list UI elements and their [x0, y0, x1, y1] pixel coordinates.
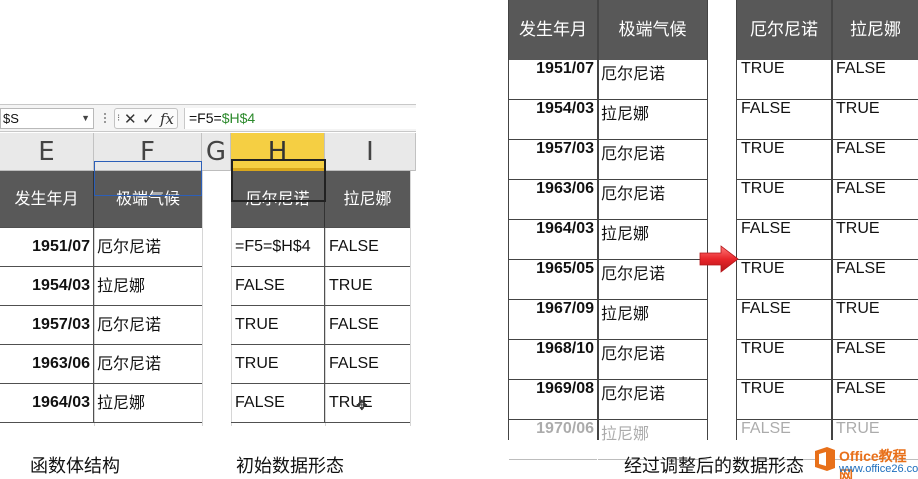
column-headers: E F G H I: [0, 133, 416, 171]
result-cell-lanina: FALSE: [832, 260, 918, 300]
cell-type[interactable]: 厄尔尼诺: [94, 306, 202, 345]
result-cell-date: 1957/03: [509, 140, 597, 180]
result-cell-lanina: FALSE: [832, 340, 918, 380]
result-cell-elnino: FALSE: [737, 220, 831, 260]
cross-cursor-icon: ✥: [356, 398, 368, 414]
cell-date[interactable]: 1954/03: [0, 267, 94, 306]
cell-date[interactable]: 1951/07: [0, 228, 94, 267]
result-cell-date: 1963/06: [509, 180, 597, 220]
result-cell-elnino: FALSE: [737, 100, 831, 140]
formula-text: =F5=: [189, 110, 222, 126]
result-cell-elnino: TRUE: [737, 260, 831, 300]
result-cell-date: 1954/03: [509, 100, 597, 140]
insert-function-icon[interactable]: fx: [160, 110, 174, 128]
header-lanina[interactable]: 拉尼娜: [325, 171, 410, 228]
result-cell-elnino: TRUE: [737, 380, 831, 420]
result-table-right: 厄尔尼诺 拉尼娜 TRUE FALSE FALSE TRUE TRUE FALSE TRUE…: [736, 0, 918, 460]
range-highlight: [94, 161, 202, 196]
result-cell-elnino: TRUE: [737, 60, 831, 100]
result-cell-type: 厄尔尼诺: [598, 140, 707, 180]
watermark-url: www.office26.com: [839, 463, 918, 475]
result-cell-lanina: FALSE: [832, 180, 918, 220]
cell-h[interactable]: TRUE: [231, 345, 325, 384]
right-arrow-icon: [699, 245, 739, 273]
drag-handle-icon[interactable]: [104, 112, 108, 126]
cell-h[interactable]: FALSE: [231, 267, 325, 306]
cell-date[interactable]: 1963/06: [0, 345, 94, 384]
result-cell-type: 厄尔尼诺: [598, 60, 707, 100]
cell-date[interactable]: 1957/03: [0, 306, 94, 345]
cell-h[interactable]: TRUE: [231, 306, 325, 345]
enter-check-icon[interactable]: ✓: [142, 110, 155, 128]
result-cell-type: 厄尔尼诺: [598, 180, 707, 220]
result-cell-type: 厄尔尼诺: [598, 260, 707, 300]
result-cell-lanina: TRUE: [832, 100, 918, 140]
caption-initial-data: 初始数据形态: [236, 456, 344, 477]
result-cell-date: 1968/10: [509, 340, 597, 380]
result-cell-elnino: TRUE: [737, 180, 831, 220]
result-cell-lanina: FALSE: [832, 380, 918, 420]
cell-type[interactable]: 厄尔尼诺: [94, 228, 202, 267]
result-cell-date: 1951/07: [509, 60, 597, 100]
result-cell-lanina: TRUE: [832, 300, 918, 340]
result-table-left: 发生年月 极端气候 1951/07 厄尔尼诺 1954/03 拉尼娜 1957/03 厄尔…: [508, 0, 708, 460]
result-cell-type: 拉尼娜: [598, 300, 707, 340]
more-icon: ⁝: [117, 113, 121, 124]
watermark: Office教程网 www.office26.com: [813, 441, 918, 479]
excel-sheet: $S ▼ ⁝ ✕ ✓ fx =F5=$H$4 E F G H I 发生年月 极端…: [0, 104, 416, 426]
header-elnino: 厄尔尼诺: [737, 0, 831, 60]
cell-i[interactable]: FALSE: [325, 228, 410, 267]
formula-bar: $S ▼ ⁝ ✕ ✓ fx =F5=$H$4: [0, 104, 416, 132]
header-date: 发生年月: [509, 0, 597, 60]
cell-date[interactable]: 1964/03: [0, 384, 94, 423]
result-cell-date: 1970/06: [509, 420, 597, 460]
cell-type[interactable]: 拉尼娜: [94, 384, 202, 423]
cell-i[interactable]: FALSE: [325, 306, 410, 345]
result-cell-elnino: TRUE: [737, 140, 831, 180]
result-cell-elnino: TRUE: [737, 340, 831, 380]
result-cell-elnino: FALSE: [737, 300, 831, 340]
caption-function-structure: 函数体结构: [30, 456, 120, 477]
cell-h-active[interactable]: =F5=$H$4: [231, 228, 325, 267]
active-cell-border: [231, 159, 326, 202]
cell-type[interactable]: 厄尔尼诺: [94, 345, 202, 384]
result-cell-type: 拉尼娜: [598, 100, 707, 140]
result-cell-type: 厄尔尼诺: [598, 380, 707, 420]
cell-h[interactable]: FALSE: [231, 384, 325, 423]
col-header-e[interactable]: E: [0, 133, 94, 171]
result-cell-type: 拉尼娜: [598, 420, 707, 460]
result-cell-lanina: FALSE: [832, 140, 918, 180]
formula-input[interactable]: =F5=$H$4: [184, 108, 416, 129]
cell-i[interactable]: TRUE: [325, 267, 410, 306]
cancel-icon[interactable]: ✕: [124, 110, 137, 128]
result-cell-date: 1969/08: [509, 380, 597, 420]
result-cell-type: 拉尼娜: [598, 220, 707, 260]
cell-grid: 发生年月 极端气候 厄尔尼诺 拉尼娜 1951/07 厄尔尼诺 =F5=$H$4…: [0, 171, 416, 426]
name-box[interactable]: $S ▼: [0, 108, 94, 129]
office-logo-icon: [815, 447, 835, 471]
header-lanina: 拉尼娜: [832, 0, 918, 60]
header-date[interactable]: 发生年月: [0, 171, 94, 228]
result-cell-type: 厄尔尼诺: [598, 340, 707, 380]
result-cell-lanina: FALSE: [832, 60, 918, 100]
result-cell-date: 1965/05: [509, 260, 597, 300]
result-cell-lanina: TRUE: [832, 220, 918, 260]
name-box-value: $S: [3, 111, 19, 126]
header-type: 极端气候: [598, 0, 707, 60]
formula-ref: $H$4: [221, 110, 256, 126]
result-cell-date: 1964/03: [509, 220, 597, 260]
chevron-down-icon[interactable]: ▼: [81, 109, 90, 128]
col-header-i[interactable]: I: [325, 133, 416, 171]
cell-i[interactable]: FALSE: [325, 345, 410, 384]
formula-buttons: ⁝ ✕ ✓ fx: [114, 108, 178, 129]
cell-type[interactable]: 拉尼娜: [94, 267, 202, 306]
col-header-g[interactable]: G: [202, 133, 231, 171]
result-cell-date: 1967/09: [509, 300, 597, 340]
